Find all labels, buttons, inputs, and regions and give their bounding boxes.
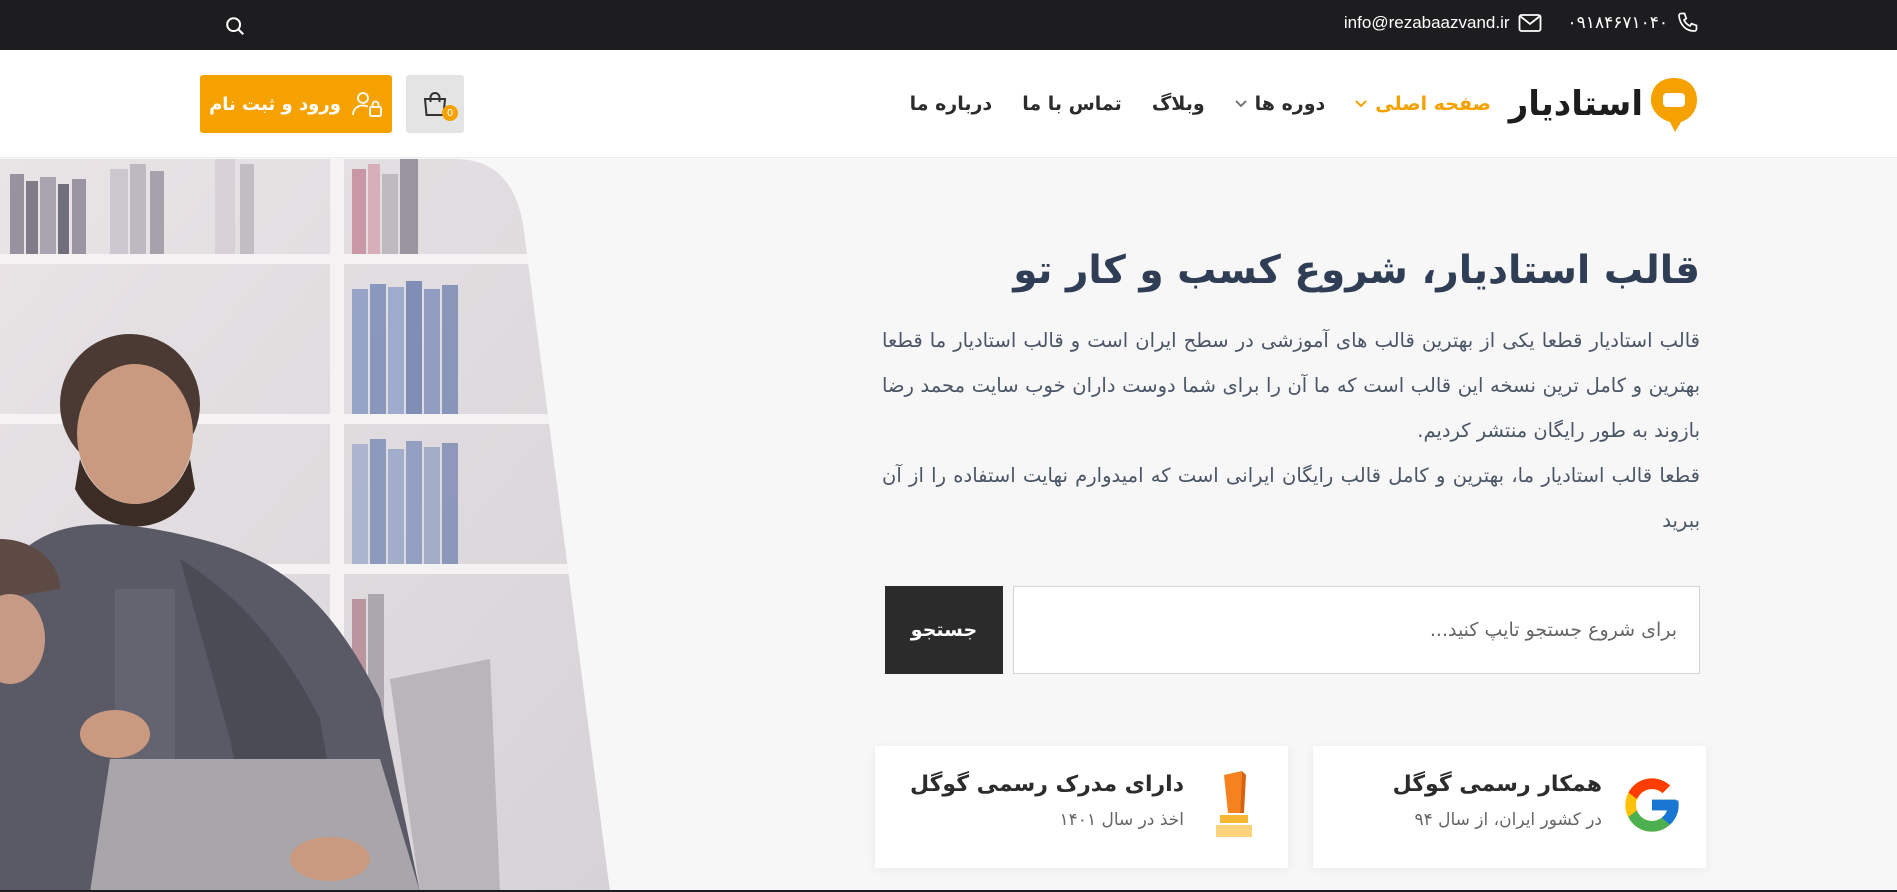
contact-info: info@rezabaazvand.ir ۰۹۱۸۴۶۷۱۰۴۰ <box>1344 8 1700 38</box>
phone-contact[interactable]: ۰۹۱۸۴۶۷۱۰۴۰ <box>1568 11 1700 35</box>
hero-description-paragraph-2: قطعا قالب استادیار ما، بهترین و کامل قال… <box>882 464 1700 532</box>
google-icon <box>1625 778 1679 832</box>
hero-search-input[interactable] <box>1013 586 1700 674</box>
logo-text: استادیار <box>1508 84 1644 124</box>
nav-item-blog[interactable]: وبلاگ <box>1152 93 1205 115</box>
email-text: info@rezabaazvand.ir <box>1343 13 1510 32</box>
feature-card-google-partner: همکار رسمی گوگل در کشور ایران، از سال ۹۴ <box>1313 746 1706 868</box>
mail-icon <box>1518 14 1541 32</box>
user-lock-icon <box>352 92 382 117</box>
feature-subtitle: اخذ در سال ۱۴۰۱ <box>1059 810 1184 830</box>
nav-label: تماس با ما <box>1022 93 1122 115</box>
nav-item-contact[interactable]: تماس با ما <box>1022 93 1122 115</box>
logo-mark-icon <box>1649 76 1699 132</box>
nav-item-about[interactable]: درباره ما <box>910 93 993 115</box>
feature-title: همکار رسمی گوگل <box>1392 772 1602 797</box>
trophy-icon <box>1216 771 1252 837</box>
chevron-down-icon <box>1355 100 1367 108</box>
search-icon[interactable] <box>222 13 248 39</box>
cart-button[interactable]: 0 <box>406 75 464 133</box>
cart-count-badge: 0 <box>442 105 458 121</box>
hero-image <box>0 159 620 892</box>
nav-label: دوره ها <box>1254 93 1326 115</box>
nav-label: درباره ما <box>909 93 993 115</box>
email-contact[interactable]: info@rezabaazvand.ir <box>1344 13 1542 33</box>
hero-search-button[interactable]: جستجو <box>885 586 1003 674</box>
nav-label: وبلاگ <box>1151 93 1205 115</box>
nav-item-courses[interactable]: دوره ها <box>1234 93 1326 115</box>
login-register-button[interactable]: ورود و ثبت نام <box>200 75 392 133</box>
nav-label: صفحه اصلی <box>1375 93 1491 115</box>
hero-description-paragraph: قالب استادیار قطعا یکی از بهترین قالب ها… <box>882 329 1700 442</box>
hero-search-form: جستجو <box>885 586 1700 674</box>
nav-item-home[interactable]: صفحه اصلی <box>1355 93 1491 115</box>
feature-subtitle: در کشور ایران، از سال ۹۴ <box>1414 810 1602 830</box>
login-label: ورود و ثبت نام <box>209 93 341 115</box>
top-bar: info@rezabaazvand.ir ۰۹۱۸۴۶۷۱۰۴۰ <box>0 0 1897 50</box>
hero-description: قالب استادیار قطعا یکی از بهترین قالب ها… <box>882 318 1700 543</box>
phone-text: ۰۹۱۸۴۶۷۱۰۴۰ <box>1567 13 1668 32</box>
hero-title: قالب استادیار، شروع کسب و کار تو <box>1013 248 1700 293</box>
chevron-down-icon <box>1234 100 1247 108</box>
main-nav: صفحه اصلی دوره ها وبلاگ تماس با ما دربار… <box>910 88 1491 120</box>
site-logo[interactable]: استادیار <box>1509 74 1699 134</box>
feature-title: دارای مدرک رسمی گوگل <box>909 772 1184 797</box>
feature-card-google-certificate: دارای مدرک رسمی گوگل اخذ در سال ۱۴۰۱ <box>875 746 1288 868</box>
phone-icon <box>1678 12 1698 32</box>
